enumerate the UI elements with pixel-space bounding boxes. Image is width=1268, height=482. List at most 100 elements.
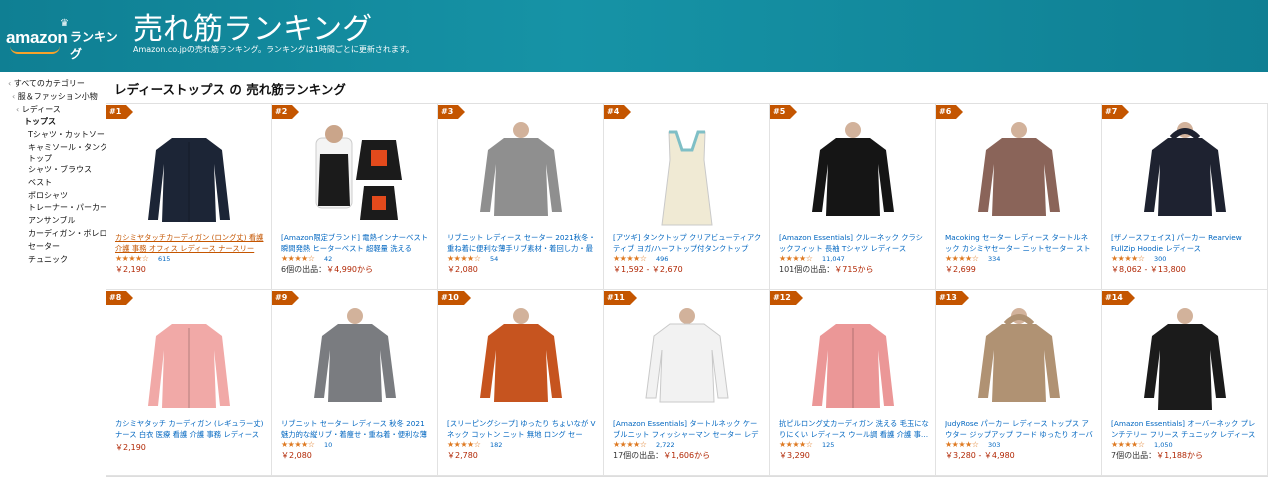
product-card[interactable]: #7 [ザノースフェイス] パーカー Rearview FullZip Hood…	[1102, 104, 1268, 290]
product-card[interactable]: #14 [Amazon Essentials] オーバーネック プレンチテリー …	[1102, 290, 1268, 476]
offer-count[interactable]: 6個の出品：	[281, 265, 326, 274]
page-header-subtitle: Amazon.co.jpの売れ筋ランキング。ランキングは1時間ごとに更新されます…	[133, 45, 415, 54]
product-image[interactable]	[292, 306, 418, 416]
product-image[interactable]	[458, 120, 584, 230]
star-rating-icon[interactable]: ★★★★☆	[115, 254, 149, 263]
star-rating-icon[interactable]: ★★★★☆	[779, 254, 813, 263]
sidebar-item[interactable]: ベスト	[0, 177, 108, 190]
product-image[interactable]	[1122, 306, 1248, 416]
star-rating-icon[interactable]: ★★★★☆	[613, 254, 647, 263]
star-rating-icon[interactable]: ★★★★☆	[779, 440, 813, 449]
star-rating-icon[interactable]: ★★★★☆	[945, 440, 979, 449]
product-card[interactable]: #3 リブニット レディース セーター 2021秋冬・重ね着に便利な薄手リブ素材…	[438, 104, 604, 290]
sidebar-item[interactable]: カーディガン・ボレロ	[0, 228, 108, 241]
product-card[interactable]: #2 [Amazon限定ブランド] 電熱インナーベスト 瞬間発熱 ヒーターベスト…	[272, 104, 438, 290]
sidebar-item[interactable]: キャミソール・タンクトップ	[0, 142, 108, 164]
sidebar-item[interactable]: 服＆ファッション小物	[0, 91, 108, 104]
star-rating-icon[interactable]: ★★★★☆	[281, 440, 315, 449]
star-rating-icon[interactable]: ★★★★☆	[1111, 440, 1145, 449]
product-title-link[interactable]: [Amazon Essentials] タートルネック ケーブルニット フィッシ…	[613, 419, 763, 440]
amazon-ranking-logo[interactable]: amazon ♛ ランキング	[6, 18, 126, 61]
review-count-link[interactable]: 54	[490, 255, 498, 263]
product-title-link[interactable]: Macoking セーター レディース タートルネック カシミヤセーター ニット…	[945, 233, 1095, 254]
product-price: 6個の出品：￥4,990から	[281, 264, 373, 275]
page-header-title: 売れ筋ランキング	[133, 12, 373, 47]
product-title-link[interactable]: カシミヤタッチカーディガン (ロング丈) 看護 介護 事務 オフィス レディース…	[115, 233, 265, 254]
product-title-link[interactable]: カシミヤタッチ カーディガン (レギュラー丈) ナース 白衣 医療 看護 介護 …	[115, 419, 265, 440]
product-image[interactable]	[458, 306, 584, 416]
crown-icon: ♛	[60, 18, 69, 29]
product-card[interactable]: #4 [アツギ] タンクトップ クリアビューティアクティブ ヨガ/ハーフトップ付…	[604, 104, 770, 290]
product-price: ￥2,190	[115, 264, 146, 275]
product-title-link[interactable]: [スリーピングシープ] ゆったり ちょいなが Vネック コットン ニット 無地 …	[447, 419, 597, 440]
category-sidebar: すべてのカテゴリー服＆ファッション小物レディーストップス Tシャツ・カットソーキャ…	[0, 78, 108, 266]
product-image[interactable]	[624, 306, 750, 416]
product-title-link[interactable]: [Amazon Essentials] オーバーネック プレンチテリー フリース…	[1111, 419, 1261, 440]
product-image[interactable]	[292, 120, 418, 230]
price-value: ￥2,190	[115, 265, 146, 274]
product-image[interactable]	[624, 120, 750, 230]
product-price: ￥2,080	[447, 264, 478, 275]
product-card[interactable]: #1 カシミヤタッチカーディガン (ロング丈) 看護 介護 事務 オフィス レデ…	[106, 104, 272, 290]
sidebar-item[interactable]: ポロシャツ	[0, 190, 108, 203]
offer-count[interactable]: 17個の出品：	[613, 451, 663, 460]
star-rating-icon[interactable]: ★★★★☆	[1111, 254, 1145, 263]
product-image[interactable]	[790, 306, 916, 416]
review-count-link[interactable]: 11,047	[822, 255, 845, 263]
review-count-link[interactable]: 303	[988, 441, 1000, 449]
sidebar-item[interactable]: レディース	[0, 104, 108, 117]
review-count-link[interactable]: 334	[988, 255, 1000, 263]
product-title-link[interactable]: [Amazon限定ブランド] 電熱インナーベスト 瞬間発熱 ヒーターベスト 超軽…	[281, 233, 431, 254]
review-count-link[interactable]: 1,050	[1154, 441, 1173, 449]
price-value: ￥2,080	[281, 451, 312, 460]
review-count-link[interactable]: 125	[822, 441, 834, 449]
star-rating-icon[interactable]: ★★★★☆	[613, 440, 647, 449]
star-rating-icon[interactable]: ★★★★☆	[281, 254, 315, 263]
review-count-link[interactable]: 42	[324, 255, 332, 263]
product-image[interactable]	[126, 306, 252, 416]
product-card[interactable]: #6 Macoking セーター レディース タートルネック カシミヤセーター …	[936, 104, 1102, 290]
offer-count[interactable]: 101個の出品：	[779, 265, 834, 274]
product-title-link[interactable]: JudyRose パーカー レディース トップス アウター ジップアップ フード…	[945, 419, 1095, 440]
review-count-link[interactable]: 300	[1154, 255, 1166, 263]
product-title-link[interactable]: [Amazon Essentials] クルーネック クラシックフィット 長袖 …	[779, 233, 929, 254]
product-title-link[interactable]: リブニット セーター レディース 秋冬 2021魅力的な縦リブ・着痩せ・重ね着・…	[281, 419, 431, 440]
product-card[interactable]: #5 [Amazon Essentials] クルーネック クラシックフィット …	[770, 104, 936, 290]
product-image[interactable]	[956, 120, 1082, 230]
product-card[interactable]: #12 抗ピルロング丈カーディガン 洗える 毛玉になりにくい レディース ウール…	[770, 290, 936, 476]
star-rating-icon[interactable]: ★★★★☆	[447, 440, 481, 449]
review-count-link[interactable]: 10	[324, 441, 332, 449]
star-rating-icon[interactable]: ★★★★☆	[447, 254, 481, 263]
rank-badge: #9	[272, 291, 300, 305]
product-image[interactable]	[1122, 120, 1248, 230]
review-count-link[interactable]: 182	[490, 441, 502, 449]
product-card[interactable]: #9 リブニット セーター レディース 秋冬 2021魅力的な縦リブ・着痩せ・重…	[272, 290, 438, 476]
sidebar-item[interactable]: チュニック	[0, 254, 108, 267]
product-card[interactable]: #13 JudyRose パーカー レディース トップス アウター ジップアップ…	[936, 290, 1102, 476]
sidebar-item[interactable]: トレーナー・パーカー	[0, 202, 108, 215]
review-count-link[interactable]: 615	[158, 255, 170, 263]
product-image[interactable]	[126, 120, 252, 230]
product-price: ￥2,780	[447, 450, 478, 461]
product-card[interactable]: #11 [Amazon Essentials] タートルネック ケーブルニット …	[604, 290, 770, 476]
review-count-link[interactable]: 2,722	[656, 441, 675, 449]
logo-wordmark: amazon	[6, 28, 68, 47]
product-image[interactable]	[956, 306, 1082, 416]
product-title-link[interactable]: リブニット レディース セーター 2021秋冬・重ね着に便利な薄手リブ素材・着回…	[447, 233, 597, 254]
review-count-link[interactable]: 496	[656, 255, 668, 263]
product-price: 7個の出品：￥1,188から	[1111, 450, 1203, 461]
sidebar-item[interactable]: Tシャツ・カットソー	[0, 129, 108, 142]
product-title-link[interactable]: [アツギ] タンクトップ クリアビューティアクティブ ヨガ/ハーフトップ付タンク…	[613, 233, 763, 254]
sidebar-item[interactable]: セーター	[0, 241, 108, 254]
product-title-link[interactable]: 抗ピルロング丈カーディガン 洗える 毛玉になりにくい レディース ウール調 看護…	[779, 419, 929, 440]
sidebar-item[interactable]: すべてのカテゴリー	[0, 78, 108, 91]
sidebar-item[interactable]: シャツ・ブラウス	[0, 164, 108, 177]
product-image[interactable]	[790, 120, 916, 230]
price-value: ￥715から	[834, 265, 874, 274]
star-rating-icon[interactable]: ★★★★☆	[945, 254, 979, 263]
offer-count[interactable]: 7個の出品：	[1111, 451, 1156, 460]
product-card[interactable]: #10 [スリーピングシープ] ゆったり ちょいなが Vネック コットン ニット…	[438, 290, 604, 476]
product-title-link[interactable]: [ザノースフェイス] パーカー Rearview FullZip Hoodie …	[1111, 233, 1261, 254]
sidebar-item[interactable]: アンサンブル	[0, 215, 108, 228]
product-card[interactable]: #8 カシミヤタッチ カーディガン (レギュラー丈) ナース 白衣 医療 看護 …	[106, 290, 272, 476]
